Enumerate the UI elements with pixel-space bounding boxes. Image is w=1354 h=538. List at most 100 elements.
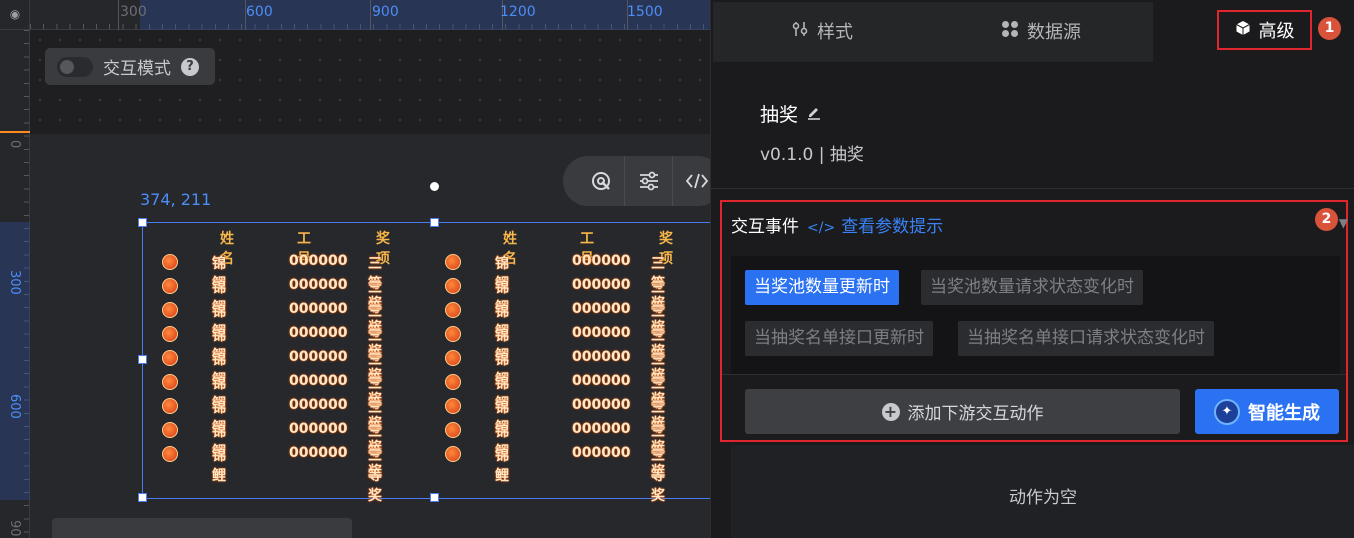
table-cell: 000000	[572, 253, 631, 269]
actions-empty-area: 动作为空	[731, 445, 1354, 538]
events-title: 交互事件	[731, 217, 799, 237]
divider	[711, 188, 1354, 189]
avatar-icon	[445, 422, 461, 438]
resize-handle-b[interactable]	[430, 493, 439, 502]
event-chip-list: 当奖池数量更新时 当奖池数量请求状态变化时 当抽奖名单接口更新时 当抽奖名单接口…	[731, 256, 1340, 374]
avatar-icon	[445, 326, 461, 342]
table-cell: 000000	[289, 277, 348, 293]
tab-datasource[interactable]: 数据源	[1001, 18, 1081, 44]
bottom-panel-tab[interactable]	[52, 518, 352, 538]
ruler-top-tick: 300	[120, 4, 147, 20]
coordinate-readout: 374, 211	[140, 190, 212, 209]
avatar-icon	[162, 254, 178, 270]
interaction-mode-label: 交互模式	[103, 59, 171, 79]
avatar-icon	[445, 446, 461, 462]
component-name: 抽奖	[760, 100, 822, 127]
ruler-top-tick: 900	[372, 4, 399, 20]
rotate-handle[interactable]	[430, 182, 439, 191]
ruler-top-tick: 1200	[500, 4, 536, 20]
events-actions: + 添加下游交互动作 ✦ 智能生成	[722, 374, 1346, 440]
editor-canvas[interactable]: ◉ 300 600 900 1200 1500 0 300 600 90 交互模…	[0, 0, 710, 538]
avatar-icon	[445, 350, 461, 366]
datasource-icon	[1001, 20, 1019, 42]
ruler-top-highlight	[140, 0, 710, 30]
ruler-corner[interactable]: ◉	[0, 0, 30, 30]
table-cell: 三等奖	[368, 448, 382, 504]
ruler-left-tick: 600	[7, 394, 22, 419]
panel-tabs: 样式 数据源 高级 1	[711, 0, 1354, 62]
ai-generate-button[interactable]: ✦ 智能生成	[1195, 389, 1339, 434]
add-downstream-action-button[interactable]: + 添加下游交互动作	[745, 389, 1180, 434]
param-hint-label: 查看参数提示	[841, 217, 944, 237]
ruler-left-marker	[0, 131, 30, 133]
table-cell: 000000	[572, 373, 631, 389]
table-cell: 000000	[289, 373, 348, 389]
sliders-icon[interactable]	[625, 156, 673, 206]
table-cell: 000000	[572, 397, 631, 413]
avatar-icon	[162, 326, 178, 342]
ruler-left-tick: 90	[7, 520, 22, 537]
chevron-down-icon[interactable]: ▼	[1339, 216, 1348, 230]
ruler-left-tick: 300	[7, 270, 22, 295]
table-cell: 三等奖	[651, 448, 665, 504]
eye-icon[interactable]: ◉	[8, 7, 22, 21]
event-chip-pool-request-status[interactable]: 当奖池数量请求状态变化时	[921, 270, 1143, 305]
table-cell: 锦鲤	[212, 448, 226, 484]
interaction-mode-toggle[interactable]: 交互模式 ?	[45, 48, 215, 85]
sparkle-icon: ✦	[1214, 398, 1240, 425]
event-chip-pool-updated[interactable]: 当奖池数量更新时	[745, 270, 899, 305]
resize-handle-t[interactable]	[430, 218, 439, 227]
ruler-top: 300 600 900 1200 1500	[30, 0, 710, 30]
avatar-icon	[162, 422, 178, 438]
help-icon[interactable]: ?	[181, 57, 199, 76]
resize-handle-tl[interactable]	[138, 218, 147, 227]
app-root: ◉ 300 600 900 1200 1500 0 300 600 90 交互模…	[0, 0, 1354, 538]
avatar-icon	[445, 302, 461, 318]
avatar-icon	[445, 278, 461, 294]
avatar-icon	[445, 374, 461, 390]
add-button-label: 添加下游交互动作	[907, 404, 1044, 424]
step-badge-1: 1	[1318, 17, 1341, 40]
config-panel: 样式 数据源 高级 1 抽奖 v0.1.0 | 抽奖 交互事件 </> 查看参数…	[710, 0, 1354, 538]
table-cell: 000000	[572, 325, 631, 341]
cursor-target-icon[interactable]	[577, 156, 625, 206]
cube-icon	[1235, 20, 1251, 40]
param-hint-link[interactable]: </> 查看参数提示	[807, 212, 943, 237]
table-cell: 000000	[289, 253, 348, 269]
component-toolbar	[563, 156, 710, 206]
tab-style-label: 样式	[817, 22, 853, 43]
tab-datasource-label: 数据源	[1027, 22, 1081, 43]
event-chip-list-request-status[interactable]: 当抽奖名单接口请求状态变化时	[958, 321, 1214, 356]
resize-handle-l[interactable]	[138, 355, 147, 364]
resize-handle-bl[interactable]	[138, 493, 147, 502]
ai-button-label: 智能生成	[1248, 402, 1320, 424]
component-version: v0.1.0 | 抽奖	[760, 145, 864, 165]
avatar-icon	[162, 446, 178, 462]
table-cell: 000000	[572, 301, 631, 317]
table-cell: 000000	[289, 421, 348, 437]
tab-advanced[interactable]: 高级	[1217, 10, 1312, 50]
plus-circle-icon: +	[881, 402, 900, 421]
edit-icon[interactable]	[806, 104, 822, 124]
tab-style[interactable]: 样式	[791, 18, 853, 44]
table-cell: 000000	[572, 277, 631, 293]
component-name-text: 抽奖	[760, 104, 799, 126]
table-cell: 锦鲤	[495, 448, 509, 484]
tab-advanced-label: 高级	[1258, 21, 1295, 42]
table-cell: 000000	[289, 325, 348, 341]
table-cell: 000000	[289, 301, 348, 317]
step-badge-2: 2	[1315, 208, 1338, 231]
table-cell: 000000	[289, 397, 348, 413]
table-cell: 000000	[572, 421, 631, 437]
toggle-switch[interactable]	[57, 56, 93, 77]
table-cell: 000000	[572, 349, 631, 365]
events-header: 交互事件 </> 查看参数提示	[731, 212, 943, 237]
ruler-top-tick: 600	[246, 4, 273, 20]
ruler-left-highlight	[0, 222, 30, 500]
code-icon[interactable]	[673, 156, 710, 206]
table-cell: 000000	[289, 349, 348, 365]
interaction-events-section: 交互事件 </> 查看参数提示 2 ▼ 当奖池数量更新时 当奖池数量请求状态变化时…	[720, 200, 1348, 442]
ruler-top-tick: 1500	[627, 4, 663, 20]
event-chip-list-updated[interactable]: 当抽奖名单接口更新时	[745, 321, 933, 356]
avatar-icon	[162, 374, 178, 390]
